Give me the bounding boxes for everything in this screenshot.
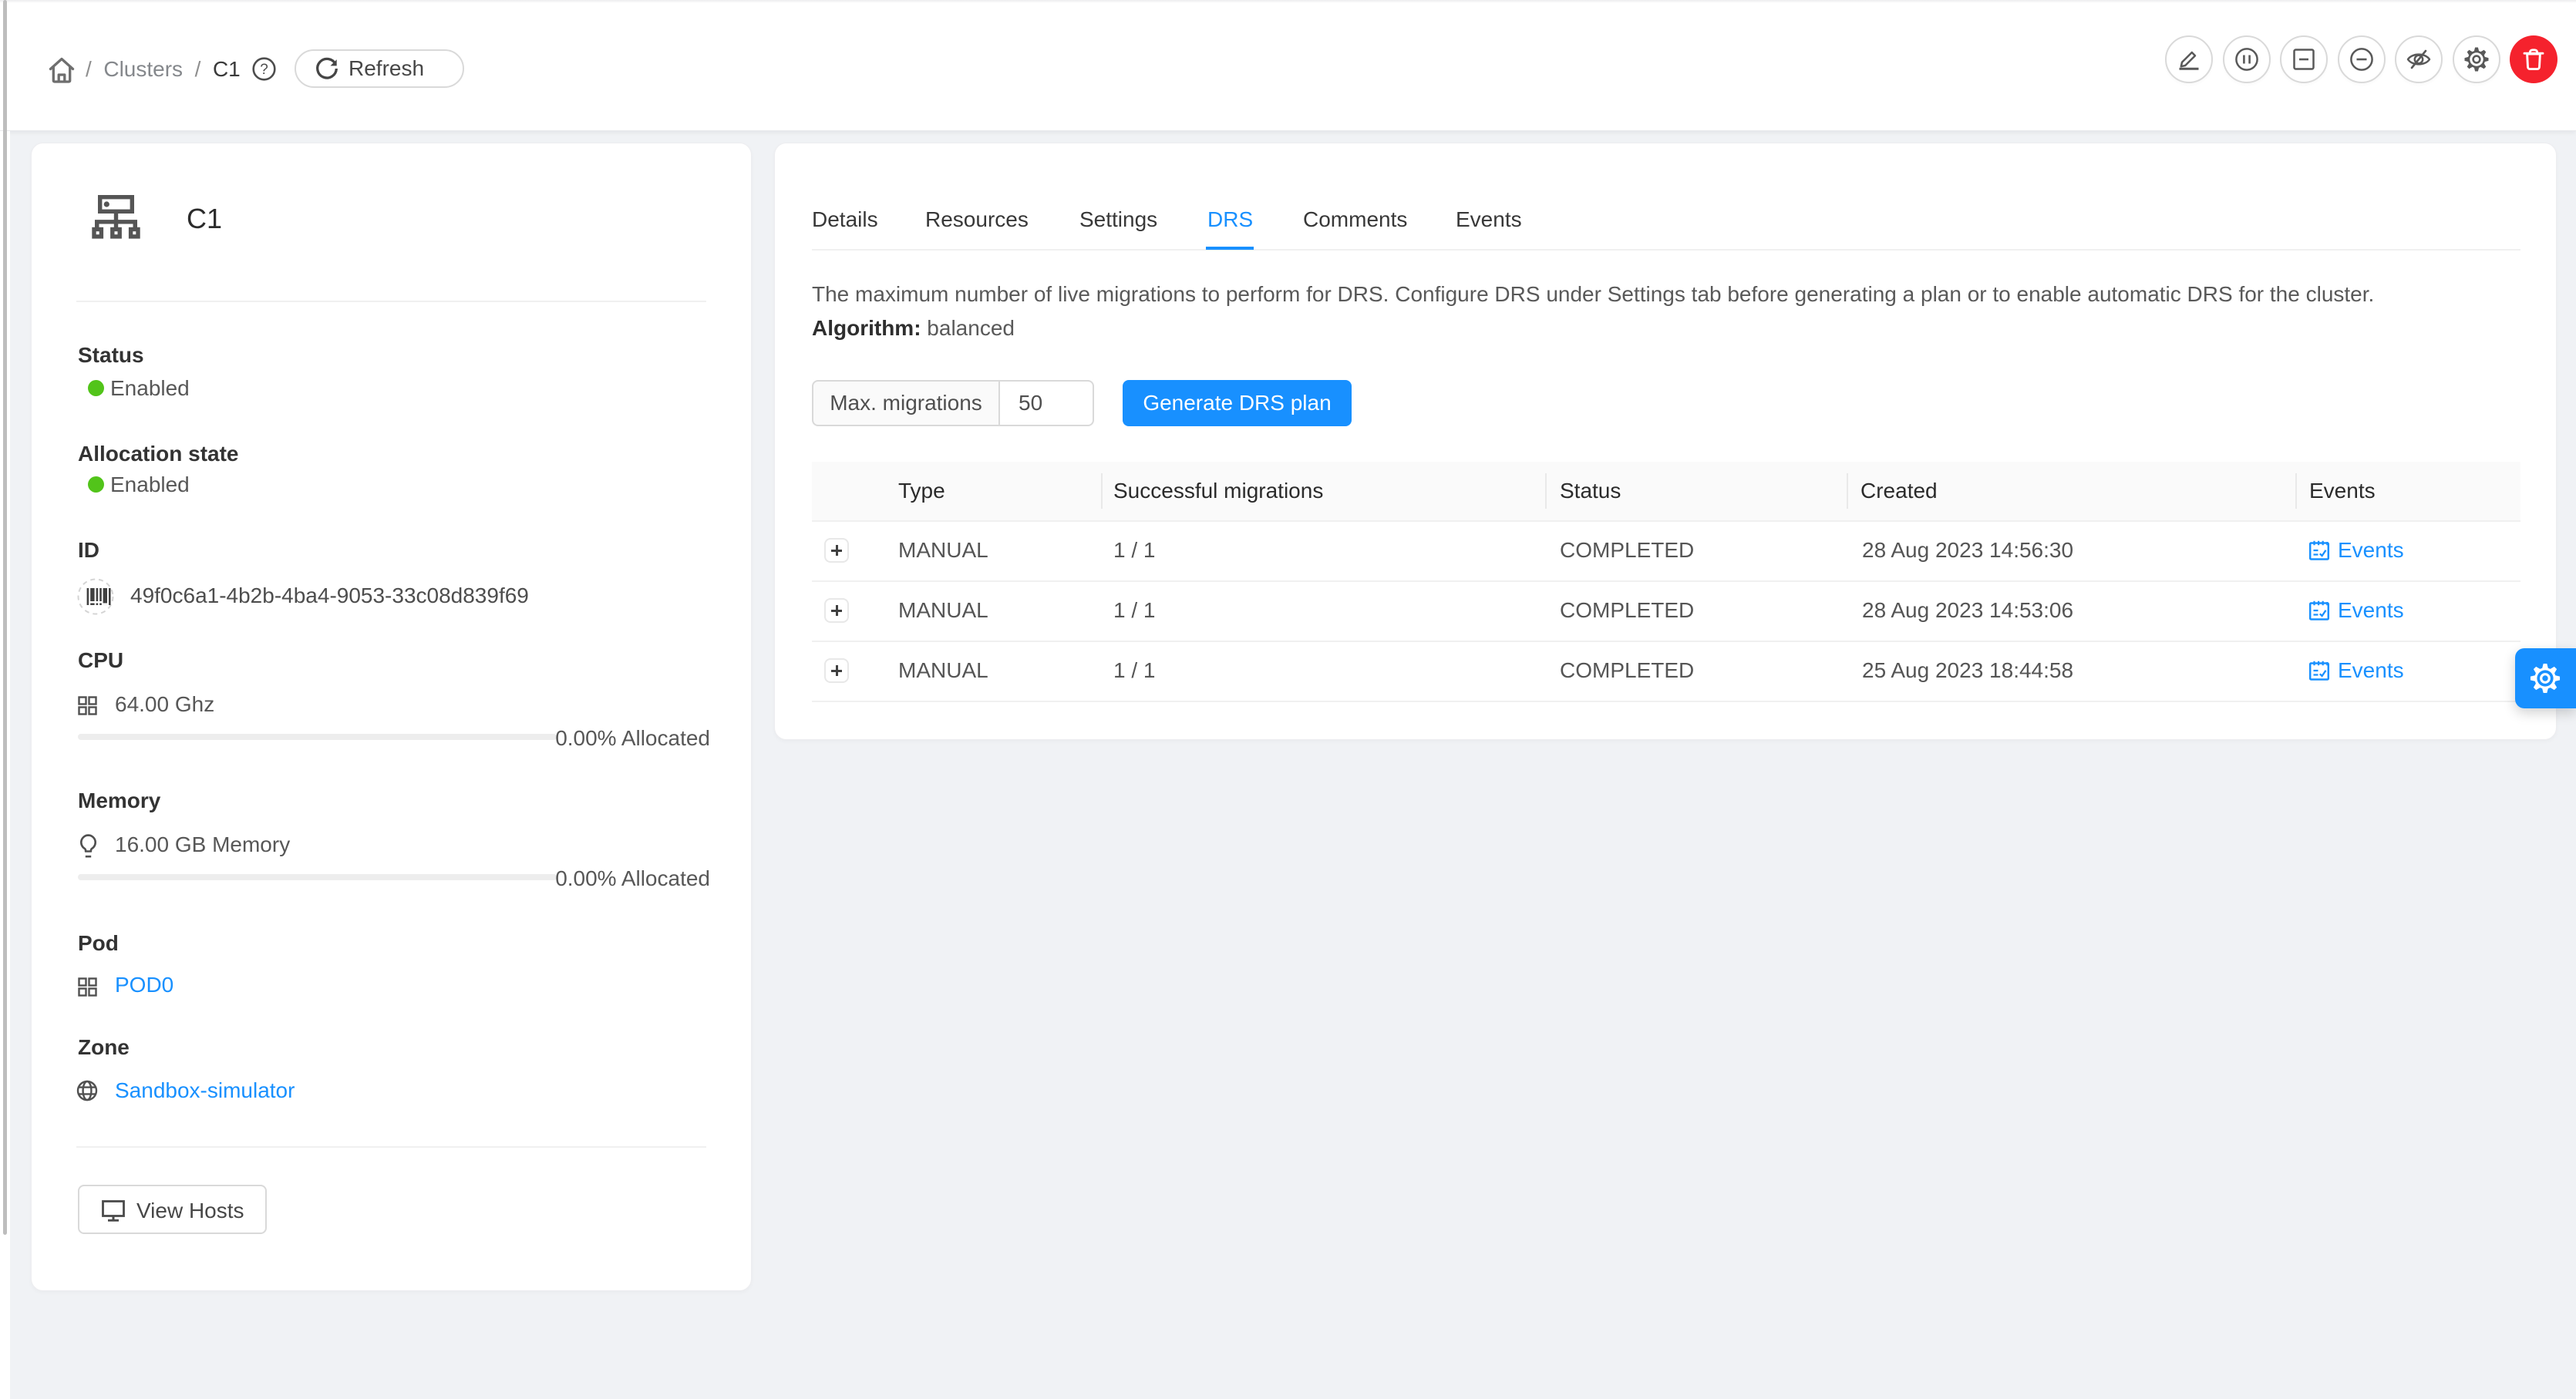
svg-text:?: ? — [260, 62, 268, 78]
